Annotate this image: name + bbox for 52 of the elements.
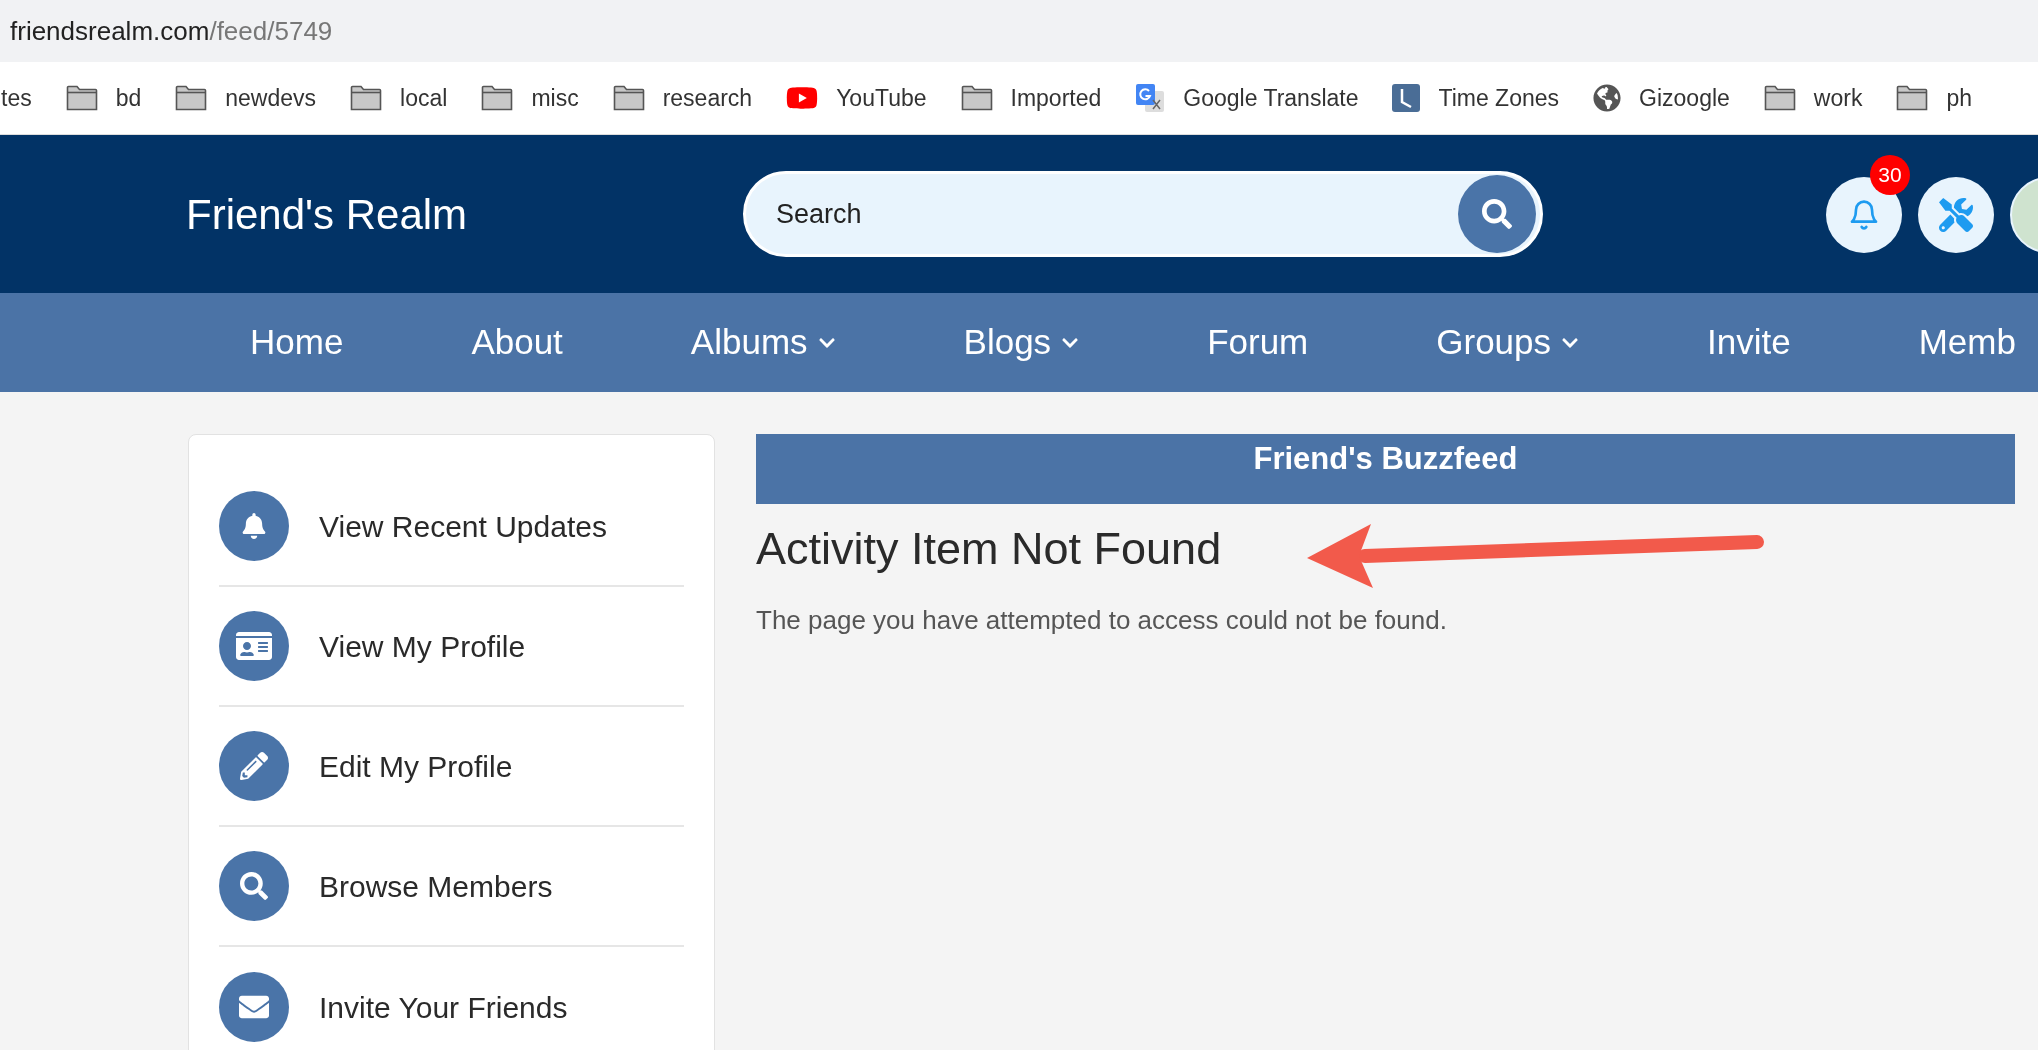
bookmark-link[interactable]: work [1763, 80, 1863, 116]
nav-link[interactable]: Groups [1436, 316, 1580, 369]
nav-link[interactable]: Albums [690, 316, 836, 369]
folder-icon [481, 85, 514, 111]
bookmark-link[interactable]: YouTube [786, 80, 927, 116]
nav-link[interactable]: Home [250, 316, 344, 369]
bell-icon [1848, 199, 1880, 231]
bookmark-link[interactable]: misc [481, 80, 579, 116]
search-button[interactable] [1458, 175, 1536, 253]
sidebar-item[interactable]: Edit My Profile [219, 707, 684, 827]
banner-title: Friend's Buzzfeed [1253, 440, 1518, 478]
search-icon [240, 872, 268, 900]
bookmark-link[interactable]: Time Zones [1392, 80, 1560, 116]
folder-icon [1763, 85, 1796, 111]
bookmark-link[interactable]: tes [1, 80, 32, 116]
search-bar[interactable]: Search [743, 171, 1543, 257]
bookmark-link[interactable]: bd [65, 80, 142, 116]
sidebar-item[interactable]: View My Profile [219, 587, 684, 707]
clock-icon [1392, 84, 1421, 112]
bookmark-link[interactable]: Imported [960, 80, 1102, 116]
bookmark-link[interactable]: newdevs [175, 80, 317, 116]
tools-icon [1939, 198, 1973, 232]
nav-link[interactable]: Invite [1707, 316, 1791, 369]
search-field[interactable]: Search [776, 193, 1458, 235]
pencil-icon [240, 752, 268, 780]
bookmark-link[interactable]: Google Translate [1135, 80, 1359, 116]
folder-icon [1896, 85, 1929, 111]
bookmark-link[interactable]: ph [1896, 80, 1972, 116]
url-text[interactable]: friendsrealm.com/feed/5749 [10, 11, 333, 51]
sidebar-item[interactable]: Browse Members [219, 827, 684, 947]
search-icon [1482, 199, 1512, 229]
bookmark-link[interactable]: research [612, 80, 753, 116]
sidebar-item[interactable]: Invite Your Friends [219, 947, 684, 1050]
error-message: The page you have attempted to access could not be found. [756, 604, 1448, 637]
folder-icon [960, 85, 993, 111]
folder-icon [350, 85, 383, 111]
folder-icon [612, 85, 645, 111]
nav-link[interactable]: About [471, 316, 563, 369]
bookmark-link[interactable]: Gizoogle [1593, 80, 1730, 116]
notification-count: 30 [1870, 155, 1910, 195]
translate-icon [1135, 83, 1166, 113]
nav-link[interactable]: Memb [1918, 316, 2016, 369]
page-heading: Activity Item Not Found [756, 526, 1222, 571]
bookmark-link[interactable]: local [350, 80, 448, 116]
site-logo[interactable]: Friend's Realm [186, 182, 743, 246]
folder-icon [175, 85, 208, 111]
sidebar-item[interactable]: View Recent Updates [219, 467, 684, 587]
nav-link[interactable]: Forum [1207, 316, 1309, 369]
globe-icon [1593, 84, 1622, 112]
folder-icon [65, 85, 98, 111]
nav-link[interactable]: Blogs [963, 316, 1080, 369]
bell-icon [241, 513, 267, 539]
